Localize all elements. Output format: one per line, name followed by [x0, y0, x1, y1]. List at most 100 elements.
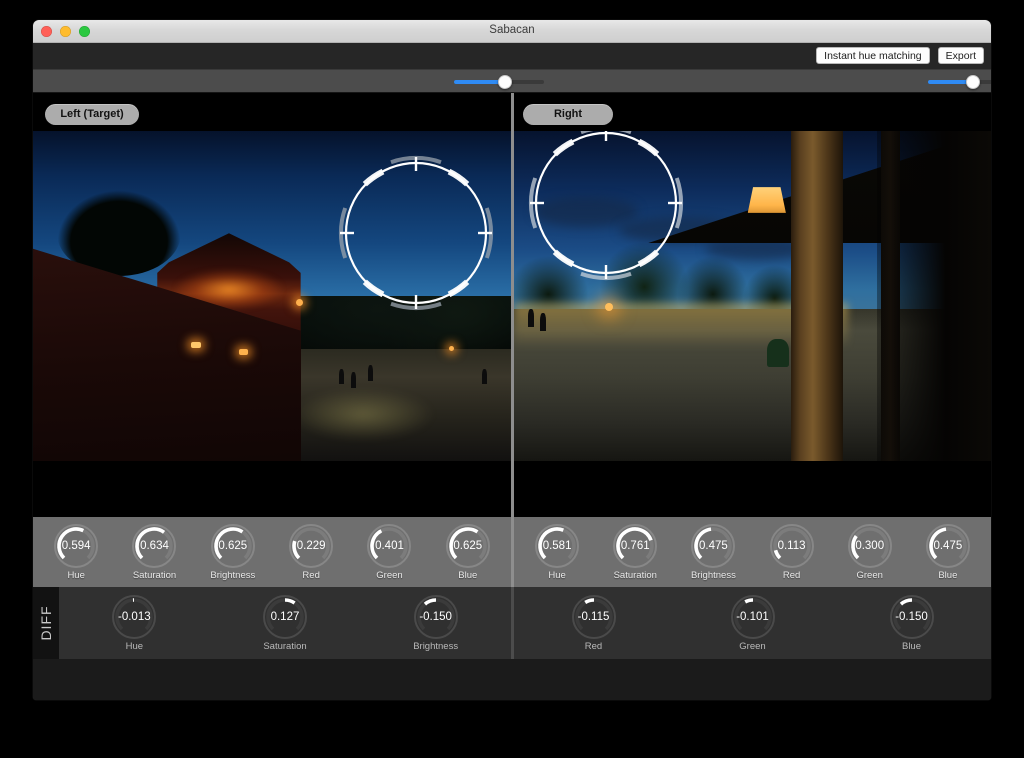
left-pane: Left (Target): [33, 93, 511, 517]
knob-value: 0.594: [61, 540, 91, 552]
knob-dial[interactable]: -0.150: [413, 594, 459, 640]
diff-knob-green[interactable]: -0.101 Green: [708, 594, 798, 652]
diff-knob-saturation[interactable]: 0.127 Saturation: [240, 594, 330, 652]
knob-label: Brightness: [413, 641, 459, 652]
diff-knob-brightness[interactable]: -0.150 Brightness: [391, 594, 481, 652]
knob-dial[interactable]: -0.101: [730, 594, 776, 640]
instant-hue-matching-button[interactable]: Instant hue matching: [816, 47, 930, 64]
knob-dial[interactable]: 0.581: [534, 523, 580, 569]
right-photo-person-1: [528, 309, 535, 328]
right-hsb-circle-picker[interactable]: [526, 131, 686, 283]
knob-value: 0.634: [140, 540, 169, 552]
knob-blue[interactable]: 0.625 Blue: [437, 523, 499, 581]
left-pane-label[interactable]: Left (Target): [45, 104, 139, 125]
right-zoom-slider[interactable]: [928, 70, 991, 94]
left-photo-person-3: [367, 365, 373, 382]
knob-label: Hue: [67, 570, 85, 581]
right-pane-label[interactable]: Right: [523, 104, 613, 125]
knob-dial[interactable]: 0.401: [366, 523, 412, 569]
knob-label: Red: [584, 641, 603, 652]
knob-dial[interactable]: 0.229: [288, 523, 334, 569]
knob-value: -0.150: [419, 611, 452, 623]
knob-green[interactable]: 0.300 Green: [839, 523, 901, 581]
knob-value: 0.625: [453, 540, 483, 552]
knob-label: Green: [376, 570, 403, 581]
knob-dial[interactable]: 0.625: [210, 523, 256, 569]
knob-dial[interactable]: -0.115: [571, 594, 617, 640]
knob-dial[interactable]: 0.634: [131, 523, 177, 569]
knob-dial[interactable]: 0.761: [612, 523, 658, 569]
diff-knob-hue[interactable]: -0.013 Hue: [89, 594, 179, 652]
knob-brightness[interactable]: 0.475 Brightness: [682, 523, 744, 581]
image-panes: Left (Target) Right: [33, 93, 991, 517]
diff-left-group: -0.013 Hue 0.127 Saturation -0.150 Brightness: [59, 587, 511, 659]
knob-label: Saturation: [613, 570, 657, 581]
left-knob-group: 0.594 Hue 0.634 Saturation 0.625 Brightness 0.…: [33, 517, 511, 587]
left-slider-thumb[interactable]: [498, 75, 513, 89]
knob-saturation[interactable]: 0.634 Saturation: [123, 523, 185, 581]
knob-hue[interactable]: 0.581 Hue: [526, 523, 588, 581]
knob-value: 0.300: [855, 540, 885, 552]
knob-row: 0.594 Hue 0.634 Saturation 0.625 Brightness 0.…: [33, 517, 991, 587]
window-title-bar: Sabacan: [33, 20, 991, 43]
right-knob-group: 0.581 Hue 0.761 Saturation 0.475 Brightness 0.…: [514, 517, 991, 587]
diff-right-group: -0.115 Red -0.101 Green -0.150 Blue: [514, 587, 991, 659]
left-photo-lamp-4: [448, 345, 454, 351]
right-photo-seated-person: [766, 338, 789, 367]
knob-hue[interactable]: 0.594 Hue: [45, 523, 107, 581]
knob-value: -0.150: [895, 611, 928, 623]
knob-value: 0.113: [777, 540, 806, 552]
diff-knob-blue[interactable]: -0.150 Blue: [867, 594, 957, 652]
knob-value: 0.581: [542, 540, 572, 552]
left-photo-person-4: [482, 368, 488, 384]
toolbar-actions: Instant hue matching Export: [816, 47, 984, 64]
right-photo-dark-side: [876, 131, 991, 461]
left-photo-plaza-glow: [291, 388, 435, 442]
diff-knob-red[interactable]: -0.115 Red: [549, 594, 639, 652]
knob-dial[interactable]: 0.127: [262, 594, 308, 640]
left-zoom-slider[interactable]: [454, 70, 544, 94]
knob-value: 0.127: [270, 611, 300, 623]
knob-red[interactable]: 0.229 Red: [280, 523, 342, 581]
left-photo-person-2: [350, 371, 356, 388]
left-photo[interactable]: [33, 131, 511, 461]
knob-label: Red: [302, 570, 320, 581]
knob-label: Blue: [938, 570, 958, 581]
knob-dial[interactable]: 0.113: [769, 523, 815, 569]
knob-saturation[interactable]: 0.761 Saturation: [604, 523, 666, 581]
knob-label: Blue: [901, 641, 921, 652]
window-title: Sabacan: [489, 24, 535, 36]
knob-brightness[interactable]: 0.625 Brightness: [202, 523, 264, 581]
knob-red[interactable]: 0.113 Red: [761, 523, 823, 581]
knob-label: Blue: [458, 570, 478, 581]
knob-value: -0.101: [736, 611, 769, 623]
left-photo-lamp-3: [238, 348, 248, 355]
left-hsb-circle-picker[interactable]: [336, 153, 496, 313]
slider-bar: [33, 69, 991, 93]
knob-label: Brightness: [210, 570, 256, 581]
knob-dial[interactable]: 0.625: [445, 523, 491, 569]
knob-blue[interactable]: 0.475 Blue: [917, 523, 979, 581]
knob-dial[interactable]: -0.150: [889, 594, 935, 640]
knob-value: 0.475: [933, 540, 963, 552]
knob-value: 0.625: [218, 540, 248, 552]
knob-dial[interactable]: 0.475: [925, 523, 971, 569]
knob-value: 0.761: [620, 540, 650, 552]
knob-green[interactable]: 0.401 Green: [358, 523, 420, 581]
export-button[interactable]: Export: [937, 47, 984, 64]
right-photo-main-pillar: [790, 131, 844, 461]
knob-label: Saturation: [132, 570, 177, 581]
knob-value: -0.115: [577, 611, 610, 623]
diff-row-label: DIFF: [33, 587, 59, 659]
knob-dial[interactable]: 0.594: [53, 523, 99, 569]
knob-dial[interactable]: -0.013: [111, 594, 157, 640]
diff-row: DIFF -0.013 Hue 0.127 Saturation -0.150 Brigh…: [33, 587, 991, 659]
right-photo[interactable]: [514, 131, 991, 461]
knob-dial[interactable]: 0.300: [847, 523, 893, 569]
app-window: Sabacan Instant hue matching Export Left…: [33, 20, 991, 700]
knob-label: Green: [739, 641, 766, 652]
right-pane: Right: [514, 93, 991, 517]
knob-dial[interactable]: 0.475: [690, 523, 736, 569]
left-photo-person-1: [338, 368, 344, 384]
right-slider-thumb[interactable]: [966, 75, 981, 89]
